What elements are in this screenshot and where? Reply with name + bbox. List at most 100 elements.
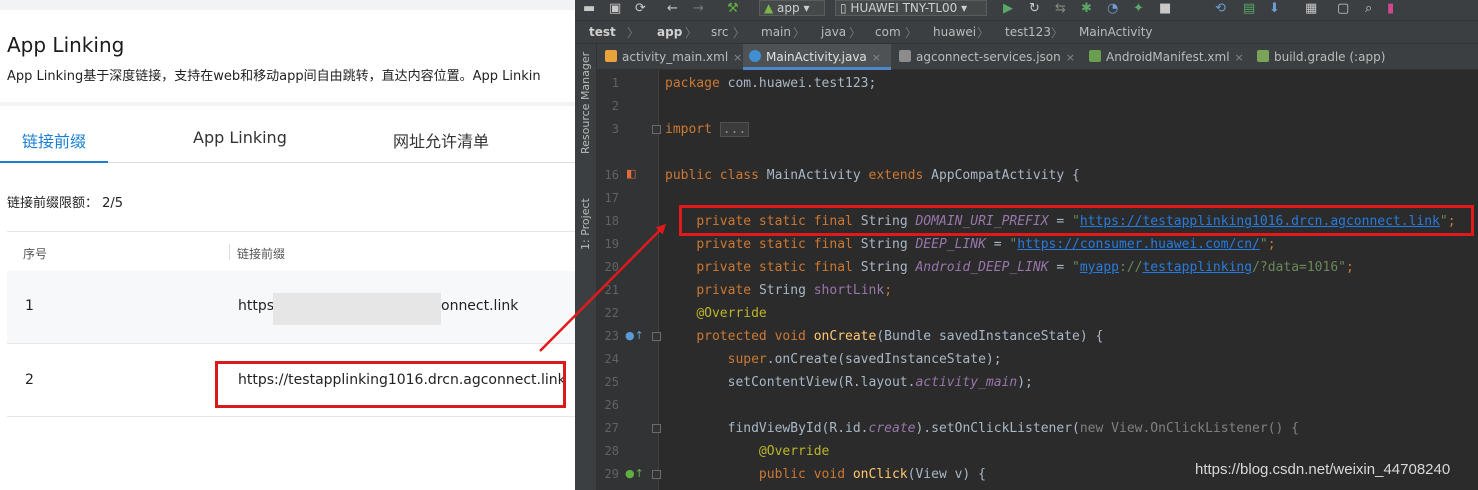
- device-select[interactable]: ▯ HUAWEI TNY-TL00 ▾: [835, 0, 987, 16]
- tab-android-manifest[interactable]: AndroidManifest.xml ×: [1083, 44, 1244, 70]
- prefix-quota: 链接前缀限额： 2/5: [7, 192, 123, 211]
- gradle-sync-icon[interactable]: ⟲: [1215, 1, 1226, 17]
- module-select-value: app: [777, 1, 800, 15]
- tab-label: activity_main.xml: [622, 50, 729, 64]
- line-number: 17: [604, 191, 619, 205]
- column-header-prefix: 链接前缀: [237, 247, 286, 261]
- breadcrumb-item[interactable]: MainActivity: [1079, 25, 1153, 39]
- tool-window-sidebar: Resource Manager 1: Project: [575, 44, 597, 490]
- tab-url-allowlist[interactable]: 网址允许清单: [393, 128, 489, 152]
- listener-new: new View.OnClickListener() {: [1079, 421, 1300, 436]
- breadcrumb-item[interactable]: app: [657, 25, 682, 39]
- layout-name: activity_main: [915, 375, 1018, 390]
- package-name: com.huawei.test123;: [727, 76, 877, 91]
- android-scheme: myapp: [1079, 260, 1119, 275]
- breadcrumb-item[interactable]: com: [875, 25, 901, 39]
- project-tab[interactable]: 1: Project: [579, 198, 592, 250]
- breadcrumb-item[interactable]: src: [711, 25, 729, 39]
- manifest-file-icon: [1089, 50, 1101, 62]
- find-view-call: findViewById(R.id.: [727, 421, 869, 436]
- override-method-icon[interactable]: ●↑: [625, 329, 644, 342]
- close-icon[interactable]: ×: [872, 51, 881, 64]
- stop-icon[interactable]: ■: [1159, 1, 1171, 17]
- implement-method-icon[interactable]: ●↑: [625, 467, 644, 480]
- line-number: 29: [604, 467, 619, 481]
- code-line: public class MainActivity extends AppCom…: [665, 168, 1080, 183]
- line-number: 2: [611, 99, 619, 113]
- back-arrow-icon[interactable]: ←: [667, 1, 678, 17]
- gradle-file-icon: [1257, 50, 1269, 62]
- tab-build-gradle[interactable]: build.gradle (:app): [1251, 44, 1385, 70]
- profiler-icon[interactable]: ◔: [1107, 1, 1118, 17]
- avd-manager-icon[interactable]: ▤: [1243, 1, 1255, 17]
- apply-changes-icon[interactable]: ↻: [1029, 1, 1040, 17]
- module-select[interactable]: ▲ app ▾: [759, 0, 825, 16]
- super-keyword: super: [727, 352, 767, 367]
- breadcrumb-item[interactable]: test: [589, 25, 616, 39]
- const-deep-link: DEEP_LINK: [915, 237, 986, 252]
- layout-inspector-icon[interactable]: ▢: [1337, 1, 1349, 17]
- breadcrumb-separator: 〉: [733, 26, 746, 40]
- column-divider: [229, 244, 230, 260]
- line-number: 18: [604, 214, 619, 228]
- open-folder-icon[interactable]: ▬: [583, 1, 595, 17]
- breadcrumb-item[interactable]: test123: [1005, 25, 1051, 39]
- build-hammer-icon[interactable]: ⚒: [727, 1, 739, 17]
- tab-link-prefix[interactable]: 链接前缀: [22, 128, 86, 152]
- class-name: MainActivity: [766, 168, 861, 183]
- tab-label: AndroidManifest.xml: [1106, 50, 1230, 64]
- tab-activity-main-xml[interactable]: activity_main.xml ×: [599, 44, 742, 70]
- code-line: private static final String Android_DEEP…: [696, 260, 1354, 275]
- code-line: import ...: [665, 122, 750, 137]
- save-icon[interactable]: ▣: [609, 1, 621, 17]
- run-icon[interactable]: ▶: [1003, 1, 1013, 17]
- set-content-call: setContentView(R.layout.: [727, 375, 916, 390]
- override-annotation: @Override: [758, 444, 830, 459]
- editor-tabs: activity_main.xml × MainActivity.java × ag…: [597, 44, 1478, 70]
- highlight-box-code: [679, 205, 1474, 236]
- code-editor[interactable]: package com.huawei.test123; import ... p…: [660, 70, 1478, 490]
- code-line: private String shortLink;: [696, 283, 893, 298]
- top-strip: [0, 0, 575, 10]
- forward-arrow-icon[interactable]: →: [693, 1, 704, 17]
- restart-icon[interactable]: ⇆: [1055, 1, 1066, 17]
- watermark: https://blog.csdn.net/weixin_44708240: [1195, 461, 1451, 478]
- close-icon[interactable]: ×: [1066, 51, 1075, 64]
- android-activity-icon[interactable]: ◧: [626, 167, 636, 180]
- import-fold[interactable]: ...: [719, 122, 750, 137]
- code-line: @Override: [665, 306, 766, 321]
- close-icon[interactable]: ×: [733, 51, 742, 64]
- highlight-box-prefix: [215, 361, 566, 408]
- quota-value: 2/5: [102, 196, 124, 211]
- line-number: 27: [604, 421, 619, 435]
- breadcrumb-separator: 〉: [685, 26, 698, 40]
- tab-main-activity-java[interactable]: MainActivity.java ×: [743, 44, 891, 70]
- tab-agconnect-services-json[interactable]: agconnect-services.json ×: [893, 44, 1075, 70]
- code-line: setContentView(R.layout.activity_main);: [727, 375, 1033, 390]
- breadcrumb-item[interactable]: huawei: [933, 25, 976, 39]
- page-title: App Linking: [7, 33, 125, 57]
- xml-file-icon: [605, 50, 617, 62]
- line-number: 3: [611, 122, 619, 136]
- android-host: testapplinking: [1142, 260, 1253, 275]
- super-class: AppCompatActivity: [931, 168, 1065, 183]
- ide-window: ▬ ▣ ⟳ ← → ⚒ ▲ app ▾ ▯ HUAWEI TNY-TL00 ▾ …: [575, 0, 1478, 490]
- tab-app-linking[interactable]: App Linking: [193, 128, 287, 147]
- breadcrumb-item[interactable]: java: [821, 25, 846, 39]
- listener-call: ).setOnClickListener(: [915, 421, 1080, 436]
- search-icon[interactable]: ⌕: [1365, 1, 1372, 17]
- tab-label: MainActivity.java: [766, 50, 867, 64]
- sdk-manager-icon[interactable]: ⬇: [1269, 1, 1280, 17]
- debug-icon[interactable]: ✱: [1081, 1, 1092, 17]
- json-file-icon: [899, 50, 911, 62]
- project-structure-icon[interactable]: ▦: [1305, 1, 1317, 17]
- breadcrumb-item[interactable]: main: [761, 25, 791, 39]
- close-icon[interactable]: ×: [1235, 51, 1244, 64]
- plugin-icon[interactable]: ▮: [1387, 1, 1394, 17]
- attach-debugger-icon[interactable]: ✦: [1133, 1, 1144, 17]
- sync-icon[interactable]: ⟳: [635, 1, 646, 17]
- on-click-params: (View v) {: [907, 467, 986, 482]
- resource-manager-tab[interactable]: Resource Manager: [579, 52, 592, 154]
- row-index: 2: [25, 372, 34, 388]
- column-header-index: 序号: [23, 247, 48, 261]
